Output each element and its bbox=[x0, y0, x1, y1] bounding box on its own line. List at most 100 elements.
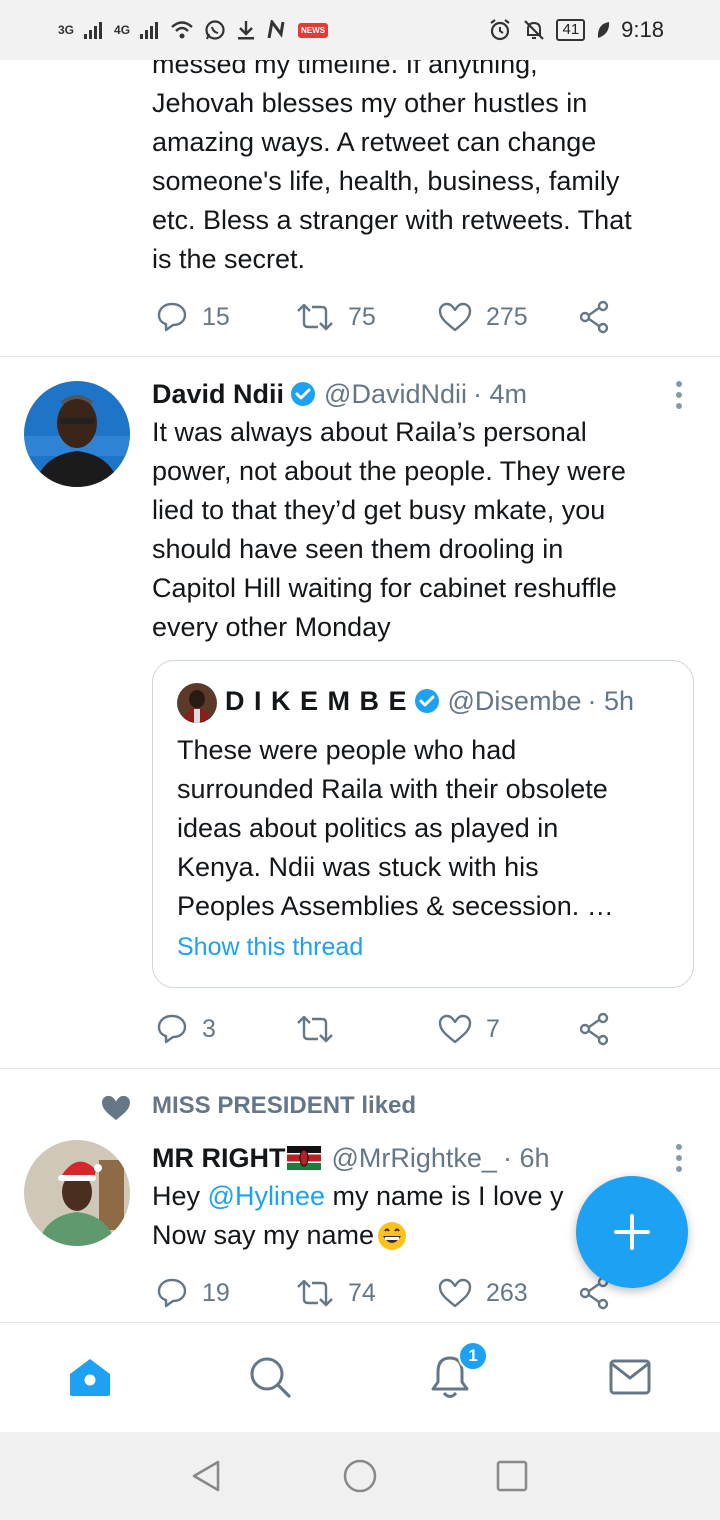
mention-link[interactable]: @Hylinee bbox=[208, 1181, 325, 1211]
like-count: 275 bbox=[486, 302, 528, 331]
quoted-avatar bbox=[177, 683, 217, 723]
share-button[interactable] bbox=[578, 1009, 612, 1049]
like-button[interactable]: 7 bbox=[438, 1009, 500, 1049]
system-navigation-bar bbox=[0, 1432, 720, 1520]
recents-square-icon[interactable] bbox=[496, 1460, 528, 1492]
retweet-icon bbox=[297, 303, 333, 331]
more-options-icon[interactable] bbox=[676, 1144, 684, 1177]
tweet-text-line: Peoples Assemblies & secession. … bbox=[177, 891, 614, 921]
quoted-author-name: D I K E M B E bbox=[225, 686, 408, 716]
like-button[interactable]: 263 bbox=[438, 1273, 528, 1313]
tweet-text-line: lied to that they’d get busy mkate, you bbox=[152, 495, 606, 525]
tweet-text-part: Hey bbox=[152, 1181, 208, 1211]
author-handle[interactable]: @DavidNdii bbox=[324, 376, 467, 412]
tweet-actions: 3 7 bbox=[152, 1009, 622, 1049]
tweet-text-line: surrounded Raila with their obsolete bbox=[177, 774, 608, 804]
tab-search[interactable] bbox=[246, 1353, 294, 1401]
tweet-text: messed my timeline. If anything, Jehovah… bbox=[152, 60, 700, 279]
tweet-header: MR RIGHT @MrRightke_ · 6h bbox=[152, 1140, 549, 1176]
retweet-button[interactable] bbox=[296, 1009, 348, 1049]
like-button[interactable]: 275 bbox=[438, 297, 528, 337]
tweet-text-line: ideas about politics as played in bbox=[177, 813, 559, 843]
share-icon bbox=[579, 300, 609, 334]
author-name[interactable]: MR RIGHT bbox=[152, 1140, 285, 1176]
reply-button[interactable]: 19 bbox=[156, 1273, 230, 1313]
tweet-text-line: power, not about the people. They were bbox=[152, 456, 626, 486]
network-3g-label: 3G bbox=[58, 23, 75, 37]
tweet-text-line: messed my timeline. If anything, bbox=[152, 60, 538, 79]
news-n-icon bbox=[267, 20, 285, 39]
liked-heart-icon bbox=[102, 1095, 130, 1121]
tweet-text-line: Jehovah blesses my other hustles in bbox=[152, 88, 588, 118]
tweet-text-line: It was always about Raila’s personal bbox=[152, 417, 587, 447]
tweet-text-line: These were people who had bbox=[177, 735, 517, 765]
tweet-text-line: Capitol Hill waiting for cabinet reshuff… bbox=[152, 573, 617, 603]
heart-icon bbox=[438, 1278, 472, 1308]
retweet-count: 74 bbox=[348, 1278, 376, 1307]
compose-tweet-button[interactable] bbox=[576, 1176, 688, 1288]
reply-icon bbox=[157, 1278, 187, 1308]
tweet-text: It was always about Raila’s personal pow… bbox=[152, 413, 700, 647]
tweet-text-line: amazing ways. A retweet can change bbox=[152, 127, 597, 157]
show-thread-link[interactable]: Show this thread bbox=[177, 933, 363, 962]
mute-icon bbox=[524, 20, 545, 40]
notification-count-badge: 1 bbox=[458, 1341, 488, 1371]
tweet-text-part: my name is I love y bbox=[324, 1181, 564, 1211]
tweet-time: · 6h bbox=[502, 1143, 550, 1173]
quoted-author-handle: @Disembe bbox=[447, 686, 582, 716]
grinning-emoji-icon bbox=[378, 1221, 407, 1250]
retweet-button[interactable]: 74 bbox=[296, 1273, 376, 1313]
battery-saver-leaf-icon bbox=[598, 22, 610, 38]
retweet-icon bbox=[297, 1015, 333, 1043]
tweet-divider bbox=[0, 356, 720, 357]
quoted-header: D I K E M B E @Disembe · 5h bbox=[225, 683, 634, 719]
author-name[interactable]: David Ndii bbox=[152, 376, 284, 412]
bottom-tab-bar: 1 bbox=[0, 1322, 720, 1433]
wifi-icon bbox=[171, 21, 193, 39]
reply-icon bbox=[157, 1014, 187, 1044]
quoted-tweet-text: These were people who had surrounded Rai… bbox=[177, 731, 677, 926]
whatsapp-icon bbox=[205, 20, 225, 40]
avatar[interactable] bbox=[24, 1140, 130, 1246]
tweet-text-line: should have seen them drooling in bbox=[152, 534, 564, 564]
social-context[interactable]: MISS PRESIDENT liked bbox=[152, 1092, 416, 1120]
reply-button[interactable]: 3 bbox=[156, 1009, 216, 1049]
reply-icon bbox=[157, 302, 187, 332]
reply-button[interactable]: 15 bbox=[156, 297, 230, 337]
tweet-text-line: every other Monday bbox=[152, 612, 391, 642]
tweet-text-part: Now say my name bbox=[152, 1220, 375, 1250]
retweet-icon bbox=[297, 1279, 333, 1307]
kenya-flag-icon bbox=[287, 1146, 322, 1170]
plus-icon bbox=[614, 1214, 650, 1250]
reply-count: 3 bbox=[202, 1014, 216, 1043]
verified-badge-icon bbox=[414, 689, 439, 713]
tab-home[interactable] bbox=[66, 1353, 114, 1401]
status-bar: 3G 4G NEWS 41 9:18 bbox=[0, 0, 720, 60]
network-4g-label: 4G bbox=[114, 23, 131, 37]
tweet-actions: 19 74 263 bbox=[152, 1273, 622, 1313]
tweet-text-line: Kenya. Ndii was stuck with his bbox=[177, 852, 539, 882]
timeline[interactable]: messed my timeline. If anything, Jehovah… bbox=[0, 60, 720, 1322]
avatar[interactable] bbox=[24, 381, 130, 487]
retweet-button[interactable]: 75 bbox=[296, 297, 376, 337]
tweet-time: · 4m bbox=[472, 379, 527, 409]
search-icon bbox=[250, 1357, 291, 1398]
share-button[interactable] bbox=[578, 297, 612, 337]
like-count: 263 bbox=[486, 1278, 528, 1307]
alarm-icon bbox=[490, 19, 511, 41]
author-handle[interactable]: @MrRightke_ bbox=[331, 1140, 496, 1176]
quoted-tweet[interactable]: D I K E M B E @Disembe · 5h These were p… bbox=[152, 660, 694, 988]
download-icon bbox=[238, 21, 255, 40]
signal-icon bbox=[140, 22, 159, 39]
home-circle-icon[interactable] bbox=[342, 1458, 378, 1494]
quoted-tweet-time: · 5h bbox=[587, 686, 634, 716]
heart-icon bbox=[438, 302, 472, 332]
share-icon bbox=[579, 1012, 609, 1046]
mail-icon bbox=[609, 1359, 651, 1395]
more-options-icon[interactable] bbox=[676, 381, 684, 414]
back-icon[interactable] bbox=[188, 1458, 224, 1494]
reply-count: 15 bbox=[202, 302, 230, 331]
tweet-text-line: is the secret. bbox=[152, 244, 306, 274]
home-icon bbox=[70, 1359, 110, 1396]
tab-messages[interactable] bbox=[606, 1353, 654, 1401]
